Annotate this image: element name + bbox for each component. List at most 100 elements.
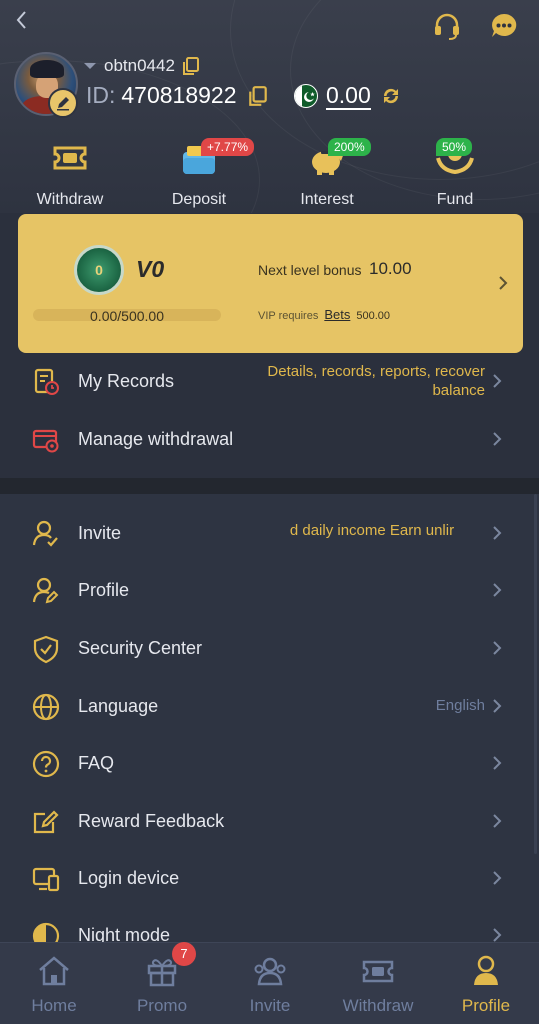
login-device-icon [32, 867, 60, 892]
deposit-bonus-badge: +7.77% [201, 138, 255, 156]
invite-icon [32, 520, 58, 547]
vip-progress-text: 0.00/500.00 [90, 308, 164, 324]
user-id-row: ID: 470818922 [86, 82, 269, 109]
section-divider [0, 478, 539, 494]
menu-item-label: Security Center [78, 638, 203, 658]
chevron-right-icon [493, 699, 502, 713]
chevron-right-icon [493, 756, 502, 770]
message-chat-icon[interactable] [489, 11, 519, 41]
tab-withdraw[interactable]: Withdraw [328, 943, 428, 1024]
feedback-edit-icon [33, 810, 59, 834]
vip-requires-label: VIP requires [258, 310, 319, 322]
chevron-down-icon[interactable] [84, 63, 96, 69]
manage-withdrawal-icon [32, 429, 59, 453]
promo-count-badge: 7 [172, 942, 196, 966]
invite-promo-marquee: ited daily income Earn unlir [290, 522, 455, 539]
profile-tab-icon [474, 955, 498, 985]
interest-action-label: Interest [300, 191, 354, 208]
menu-item-label: My Records [78, 371, 175, 391]
pakistan-flag-icon [294, 84, 318, 108]
menu-item-night-mode[interactable]: Night mode [0, 906, 539, 942]
user-id-label: ID: [86, 82, 116, 108]
menu-item-label: FAQ [78, 753, 115, 773]
vip-requires-amount: 500.00 [356, 310, 390, 322]
menu-item-label: Language [78, 696, 159, 716]
tab-label: Profile [461, 996, 511, 1015]
interest-badge: 200% [328, 138, 371, 156]
menu-item-label: Invite [78, 523, 122, 543]
deposit-action[interactable]: +7.77% Deposit [144, 138, 255, 209]
chevron-right-icon [493, 526, 502, 540]
refresh-balance-icon[interactable] [379, 84, 403, 108]
back-arrow-icon[interactable] [10, 8, 34, 32]
chevron-right-icon [493, 374, 502, 388]
tab-label: Home [31, 996, 77, 1015]
menu-item-profile[interactable]: Profile [0, 561, 539, 619]
tab-label: Withdraw [342, 996, 414, 1015]
chevron-right-icon [493, 641, 502, 655]
tab-label: Invite [249, 996, 291, 1015]
chevron-right-icon [493, 814, 502, 828]
tab-profile[interactable]: Profile [436, 943, 536, 1024]
chevron-right-icon [499, 276, 508, 290]
pencil-icon [57, 97, 69, 111]
night-mode-icon [32, 922, 60, 942]
next-level-bonus-value: 10.00 [369, 259, 412, 278]
fund-action-label: Fund [436, 191, 474, 208]
username: obtn0442 [104, 56, 175, 75]
quick-actions: Withdraw +7.77% Deposit 200% Interest 50… [0, 138, 539, 210]
shield-icon [33, 635, 59, 664]
records-icon [34, 368, 59, 395]
menu-item-label: Reward Feedback [78, 811, 225, 831]
withdraw-action[interactable]: Withdraw [15, 140, 125, 209]
menu-item-label: Manage withdrawal [78, 429, 234, 449]
vip-medal-icon: 0 [74, 245, 124, 295]
fund-action[interactable]: 50% Fund [400, 138, 510, 209]
edit-avatar-button[interactable] [48, 88, 78, 118]
vip-card[interactable]: 0 V0 0.00/500.00 Next level bonus 10.00 … [18, 214, 523, 353]
user-id-value: 470818922 [121, 82, 237, 108]
customer-service-headset-icon[interactable] [432, 11, 462, 41]
avatar-hat [30, 60, 64, 78]
question-icon [32, 750, 60, 778]
withdraw-tab-icon [362, 960, 394, 983]
menu-item-reward-feedback[interactable]: Reward Feedback [0, 792, 539, 850]
menu-item-security-center[interactable]: Security Center [0, 619, 539, 677]
withdraw-action-label: Withdraw [36, 191, 104, 208]
globe-icon [32, 693, 60, 721]
menu-item-language[interactable]: Language English [0, 677, 539, 735]
tab-promo[interactable]: Promo [112, 943, 212, 1024]
invite-people-icon [254, 957, 286, 986]
profile-icon [32, 577, 59, 604]
bottom-tab-bar: Home Promo Invite Withdraw Profile [0, 942, 539, 1024]
tab-invite[interactable]: Invite [220, 943, 320, 1024]
chevron-right-icon [493, 432, 502, 446]
tab-home[interactable]: Home [4, 943, 104, 1024]
vip-requires-bets[interactable]: Bets [324, 307, 350, 322]
copy-username-icon[interactable] [181, 56, 201, 76]
deposit-action-label: Deposit [171, 191, 227, 208]
menu-item-label: Login device [78, 868, 180, 888]
current-language: English [435, 697, 485, 714]
my-records-hint: Details, records, reports, recover balan… [267, 363, 485, 399]
chevron-right-icon [493, 928, 502, 942]
menu-item-label: Night mode [78, 925, 171, 942]
username-row: obtn0442 [84, 56, 201, 76]
menu-item-login-device[interactable]: Login device [0, 849, 539, 907]
menu-item-manage-withdrawal[interactable]: Manage withdrawal [0, 410, 539, 468]
tab-label: Promo [136, 996, 188, 1015]
vip-level: V0 [136, 256, 165, 282]
fund-badge: 50% [436, 138, 473, 156]
balance-row: 0.00 [294, 82, 403, 110]
home-icon [39, 956, 69, 986]
interest-action[interactable]: 200% Interest [272, 138, 382, 209]
balance-amount: 0.00 [326, 82, 371, 110]
vip-requirement: VIP requires Bets 500.00 [258, 307, 390, 322]
withdraw-ticket-icon [53, 146, 87, 170]
chevron-right-icon [493, 583, 502, 597]
next-level-bonus-label: Next level bonus [258, 262, 362, 278]
menu-item-faq[interactable]: FAQ [0, 734, 539, 792]
chevron-right-icon [493, 871, 502, 885]
copy-id-icon[interactable] [247, 85, 269, 107]
menu-item-label: Profile [78, 580, 130, 600]
